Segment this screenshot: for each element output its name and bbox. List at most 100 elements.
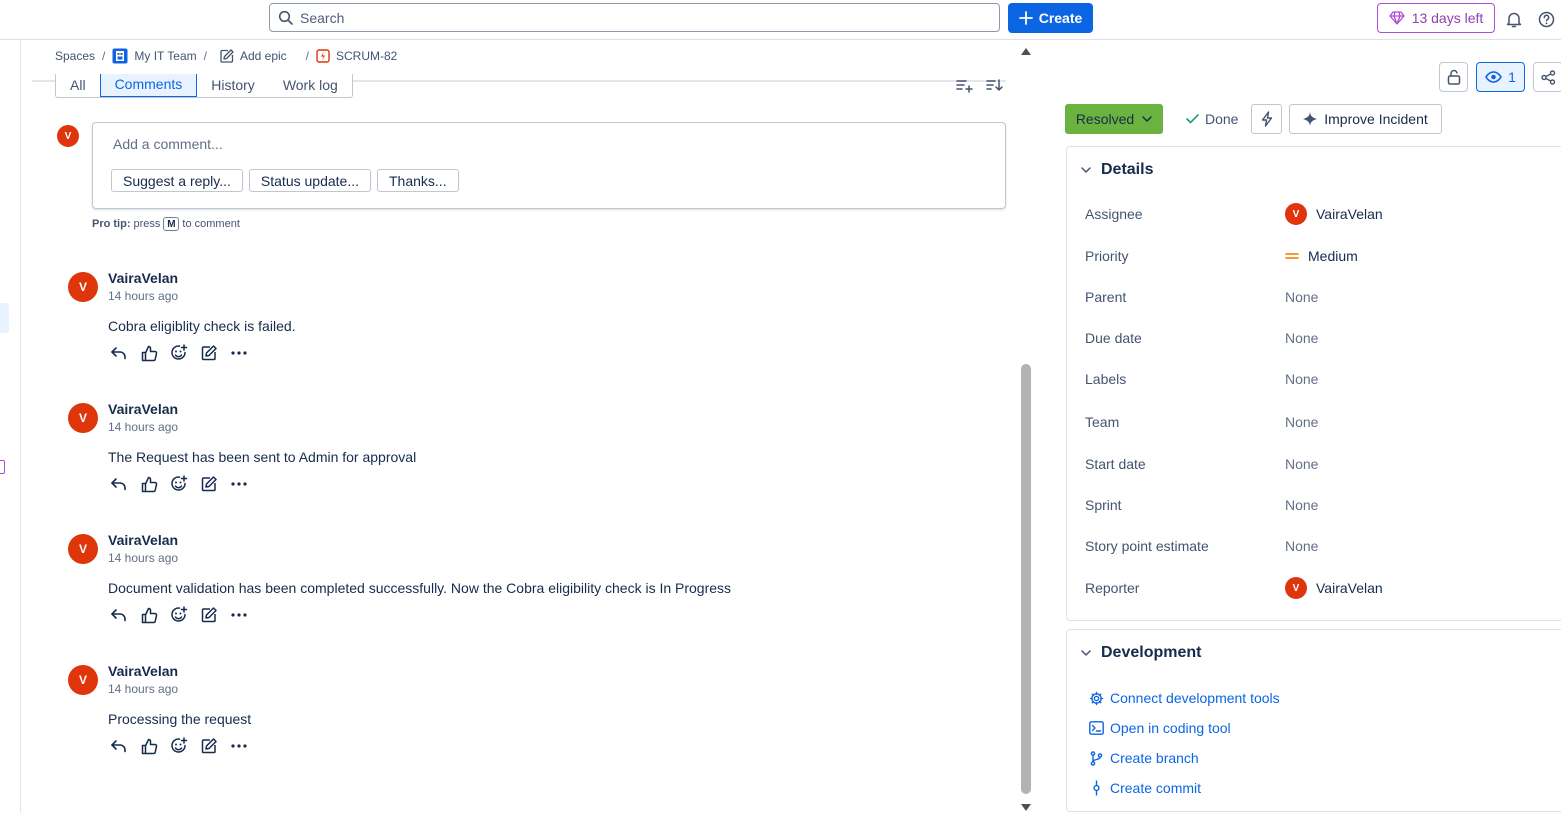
comment-author[interactable]: VairaVelan [108,663,178,679]
reply-icon[interactable] [108,604,130,626]
field-label: Parent [1085,289,1127,305]
add-reaction-icon[interactable] [168,342,190,364]
field-label: Reporter [1085,580,1140,596]
reporter-value[interactable]: V VairaVelan [1285,577,1383,599]
search-placeholder: Search [300,9,345,26]
pro-tip-post: to comment [182,218,240,230]
status-dropdown[interactable]: Resolved [1065,104,1163,134]
quick-replies: Suggest a reply... Status update... Than… [111,169,459,192]
parent-value[interactable]: None [1285,289,1318,305]
tab-work-log[interactable]: Work log [269,74,352,97]
filter-add-icon[interactable] [956,77,974,93]
more-options-icon[interactable] [228,604,250,626]
connect-dev-tools-link[interactable]: Connect development tools [1089,690,1280,706]
avatar[interactable]: V [68,272,98,302]
tab-comments[interactable]: Comments [99,74,198,97]
create-branch-link[interactable]: Create branch [1089,750,1199,766]
gem-icon [1389,11,1405,25]
more-options-icon[interactable] [228,342,250,364]
comment-timestamp[interactable]: 14 hours ago [108,551,178,565]
create-commit-label: Create commit [1110,780,1202,796]
add-reaction-icon[interactable] [168,473,190,495]
thumbs-up-icon[interactable] [138,735,160,757]
trial-days-button[interactable]: 13 days left [1377,3,1495,33]
trial-days-label: 13 days left [1411,10,1484,26]
thanks-button[interactable]: Thanks... [377,169,459,192]
team-value[interactable]: None [1285,414,1318,430]
breadcrumb-issue-key[interactable]: SCRUM-82 [316,49,397,63]
breadcrumb-project[interactable]: My IT Team [112,48,197,64]
notifications-icon[interactable] [1504,9,1524,29]
avatar[interactable]: V [68,534,98,564]
due-date-value[interactable]: None [1285,330,1318,346]
breadcrumb-add-epic[interactable]: Add epic [220,49,287,63]
field-parent: Parent None [1085,286,1555,308]
sprint-value[interactable]: None [1285,497,1318,513]
comment-timestamp[interactable]: 14 hours ago [108,289,178,303]
field-label: Labels [1085,371,1127,387]
assignee-value[interactable]: V VairaVelan [1285,203,1383,225]
improve-incident-button[interactable]: Improve Incident [1289,104,1442,134]
top-navigation-bar: Search Create 13 days left [0,0,1561,40]
thumbs-up-icon[interactable] [138,604,160,626]
open-coding-tool-link[interactable]: Open in coding tool [1089,720,1231,736]
sparkle-icon [1303,112,1318,126]
edit-icon[interactable] [198,735,220,757]
add-reaction-icon[interactable] [168,735,190,757]
tab-history[interactable]: History [197,74,269,97]
development-header[interactable]: Development [1081,644,1201,662]
field-sprint: Sprint None [1085,494,1555,516]
comment-timestamp[interactable]: 14 hours ago [108,682,178,696]
add-reaction-icon[interactable] [168,604,190,626]
thumbs-up-icon[interactable] [138,473,160,495]
pro-tip-pre: press [133,218,161,230]
details-header[interactable]: Details [1081,161,1153,179]
reply-icon[interactable] [108,342,130,364]
search-input[interactable]: Search [269,3,1000,32]
scrollbar-thumb[interactable] [1021,364,1031,794]
status-update-button[interactable]: Status update... [248,169,371,192]
scroll-down-arrow-icon[interactable] [1020,803,1032,812]
field-story-points: Story point estimate None [1085,535,1555,557]
create-commit-link[interactable]: Create commit [1089,780,1201,796]
reply-icon[interactable] [108,735,130,757]
priority-value[interactable]: Medium [1285,248,1358,264]
edit-icon[interactable] [198,342,220,364]
avatar[interactable]: V [68,403,98,433]
comment-author[interactable]: VairaVelan [108,270,178,286]
comment-actions [108,604,250,626]
edit-icon[interactable] [198,473,220,495]
sort-order-icon[interactable] [986,77,1004,93]
pro-tip: Pro tip: press M to comment [92,217,240,231]
comment-author[interactable]: VairaVelan [108,401,178,417]
restrictions-button[interactable] [1439,62,1468,92]
create-branch-label: Create branch [1110,750,1199,766]
share-button[interactable] [1533,62,1561,92]
automation-button[interactable] [1251,104,1282,134]
avatar: V [1285,577,1307,599]
watch-count: 1 [1508,69,1516,85]
create-button[interactable]: Create [1008,3,1093,33]
comment-timestamp[interactable]: 14 hours ago [108,420,178,434]
sidebar-active-marker [0,303,9,333]
thumbs-up-icon[interactable] [138,342,160,364]
comment-composer[interactable]: Add a comment... Suggest a reply... Stat… [92,122,1006,209]
reply-icon[interactable] [108,473,130,495]
search-icon [278,10,293,25]
help-icon[interactable] [1536,9,1556,29]
edit-icon[interactable] [198,604,220,626]
tab-all[interactable]: All [56,74,100,97]
start-date-value[interactable]: None [1285,456,1318,472]
more-options-icon[interactable] [228,473,250,495]
watch-button[interactable]: 1 [1476,62,1525,92]
story-points-value[interactable]: None [1285,538,1318,554]
avatar[interactable]: V [68,665,98,695]
comment-author[interactable]: VairaVelan [108,532,178,548]
more-options-icon[interactable] [228,735,250,757]
left-sidebar-edge [0,40,21,813]
scroll-up-arrow-icon[interactable] [1020,47,1032,56]
comment-input[interactable]: Add a comment... [113,136,223,152]
breadcrumb-spaces[interactable]: Spaces [55,49,95,63]
labels-value[interactable]: None [1285,371,1318,387]
suggest-reply-button[interactable]: Suggest a reply... [111,169,243,192]
